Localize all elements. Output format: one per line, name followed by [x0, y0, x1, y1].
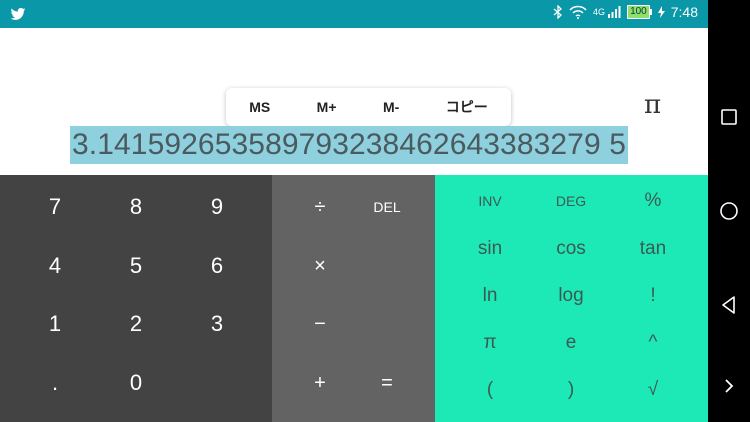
key-minus[interactable]: − [286, 295, 354, 353]
clock: 7:48 [670, 4, 698, 20]
key-sqrt[interactable]: √ [612, 366, 694, 413]
key-delete[interactable]: DEL [353, 178, 421, 236]
key-8[interactable]: 8 [95, 178, 177, 236]
key-ln[interactable]: ln [449, 272, 531, 319]
memory-add-button[interactable]: M+ [317, 99, 337, 115]
key-5[interactable]: 5 [95, 237, 177, 295]
key-9[interactable]: 9 [176, 178, 258, 236]
back-triangle-icon[interactable] [719, 295, 739, 315]
key-close-paren[interactable]: ) [530, 366, 612, 413]
key-inverse[interactable]: INV [449, 177, 531, 224]
key-4[interactable]: 4 [14, 237, 96, 295]
result-display[interactable]: 3.141592653589793238462643383279 5 [70, 126, 628, 164]
key-decimal[interactable]: . [14, 354, 96, 412]
formula-display[interactable]: π [644, 90, 661, 120]
bluetooth-icon [553, 5, 563, 19]
chevron-right-icon[interactable] [719, 376, 739, 396]
key-6[interactable]: 6 [176, 237, 258, 295]
key-factorial[interactable]: ! [612, 272, 694, 319]
calculator-screen: 4G 100 7:48 MS M+ M- コピー π 3.14159265358… [0, 0, 708, 422]
key-cos[interactable]: cos [530, 225, 612, 272]
circle-icon[interactable] [719, 201, 739, 221]
battery-icon: 100 [627, 5, 652, 19]
operator-pad: ÷ DEL × − + = [272, 175, 435, 422]
key-1[interactable]: 1 [14, 295, 96, 353]
signal-icon [608, 6, 621, 18]
charging-icon [657, 6, 665, 18]
network-type-label: 4G [593, 7, 606, 17]
number-pad: 7 8 9 4 5 6 1 2 3 . 0 [0, 175, 272, 422]
square-icon[interactable] [719, 107, 739, 127]
selection-context-menu: MS M+ M- コピー [226, 88, 511, 126]
key-pi[interactable]: π [449, 319, 531, 366]
key-0[interactable]: 0 [95, 354, 177, 412]
copy-button[interactable]: コピー [446, 97, 488, 117]
display-area: MS M+ M- コピー π 3.14159265358979323846264… [0, 28, 708, 175]
wifi-icon [569, 5, 587, 19]
key-3[interactable]: 3 [176, 295, 258, 353]
memory-subtract-button[interactable]: M- [383, 99, 399, 115]
key-e[interactable]: e [530, 319, 612, 366]
key-percent[interactable]: % [612, 177, 694, 224]
battery-level: 100 [627, 5, 650, 19]
key-open-paren[interactable]: ( [449, 366, 531, 413]
key-log[interactable]: log [530, 272, 612, 319]
memory-store-button[interactable]: MS [249, 99, 270, 115]
key-7[interactable]: 7 [14, 178, 96, 236]
key-equals[interactable]: = [353, 354, 421, 412]
key-degree-mode[interactable]: DEG [530, 177, 612, 224]
key-divide[interactable]: ÷ [286, 178, 354, 236]
key-tan[interactable]: tan [612, 225, 694, 272]
navigation-bar [708, 0, 750, 422]
advanced-pad: INV DEG % sin cos tan ln log ! π e ^ ( )… [435, 175, 708, 422]
key-plus[interactable]: + [286, 354, 354, 412]
key-2[interactable]: 2 [95, 295, 177, 353]
twitter-icon [10, 8, 26, 20]
key-multiply[interactable]: × [286, 237, 354, 295]
key-sin[interactable]: sin [449, 225, 531, 272]
key-power[interactable]: ^ [612, 319, 694, 366]
status-bar: 4G 100 7:48 [0, 0, 708, 28]
